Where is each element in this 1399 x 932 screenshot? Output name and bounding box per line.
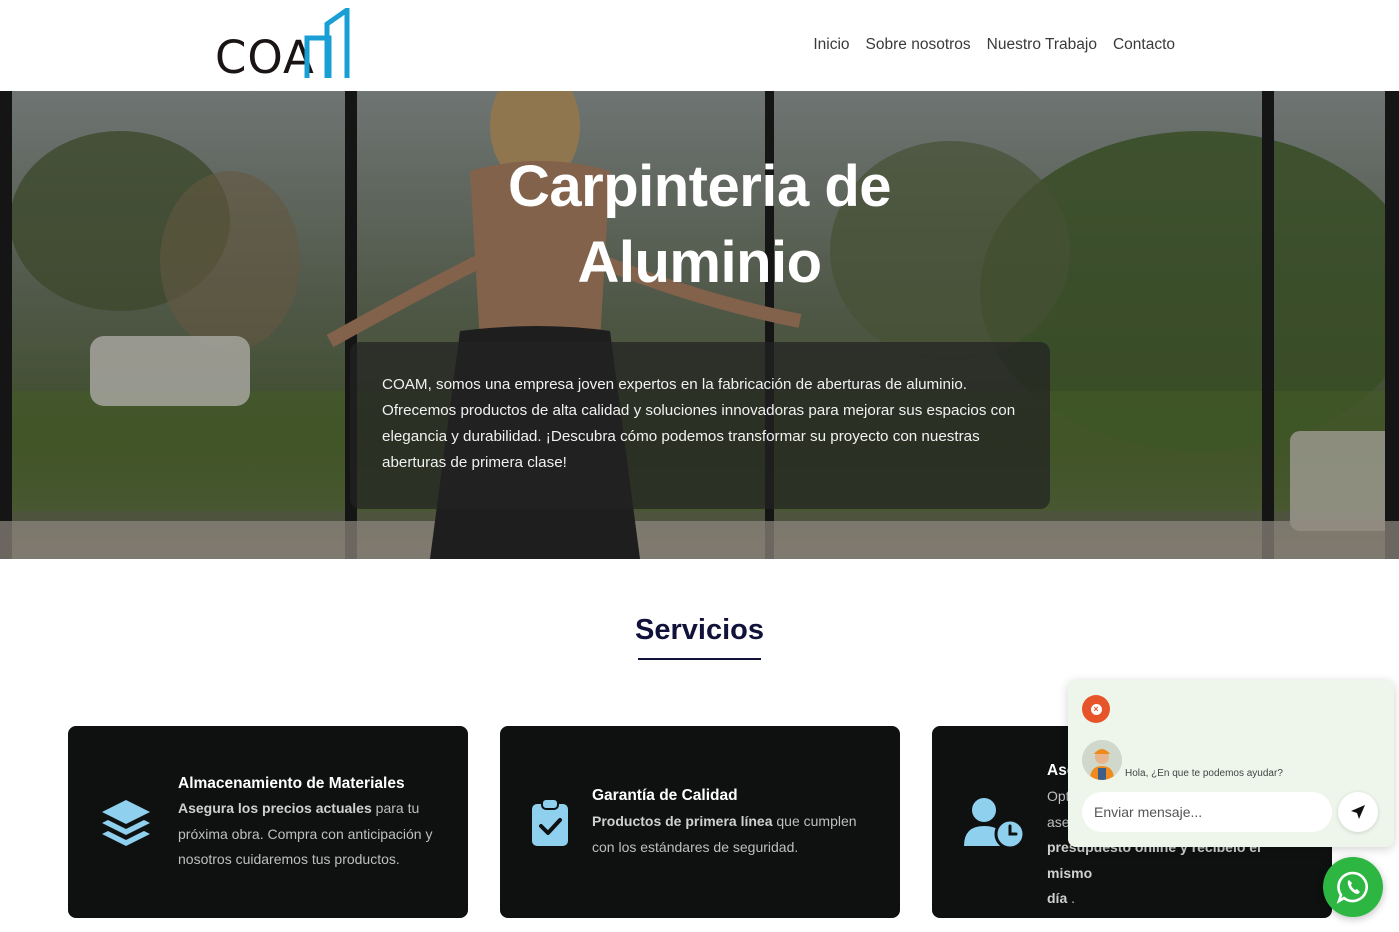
user-clock-icon (964, 798, 1026, 850)
card-title: Garantía de Calidad (592, 787, 738, 804)
hero-section: Carpinteria de Aluminio COAM, somos una … (0, 91, 1399, 559)
card-text-line4-strong: día (1047, 890, 1068, 906)
card-text-line4: . (1067, 890, 1076, 906)
close-icon: × (1090, 703, 1102, 715)
card-title: Almacenamiento de Materiales (178, 775, 405, 792)
services-title-underline (638, 658, 761, 660)
hero-description-box: COAM, somos una empresa joven expertos e… (350, 342, 1050, 509)
card-text-line2: ase (1047, 813, 1070, 830)
nav-nuestro-trabajo[interactable]: Nuestro Trabajo (987, 36, 1097, 54)
card-description: Asegura los precios actuales para tu pró… (178, 796, 443, 873)
worker-avatar-icon (1082, 740, 1122, 780)
chat-greeting: Hola, ¿En que te podemos ayudar? (1125, 768, 1283, 779)
coam-logo[interactable]: COA (215, 8, 351, 80)
chat-agent-avatar (1082, 740, 1122, 780)
hero-title-line2: Aluminio (577, 230, 822, 295)
main-nav: Inicio Sobre nosotros Nuestro Trabajo Co… (813, 36, 1175, 54)
card-description: Productos de primera línea que cumplen c… (592, 809, 877, 860)
logo-text: COA (215, 31, 315, 84)
send-icon (1351, 805, 1365, 819)
nav-sobre-nosotros[interactable]: Sobre nosotros (866, 36, 971, 54)
chat-close-button[interactable]: × (1082, 695, 1110, 723)
service-card-almacenamiento: Almacenamiento de Materiales Asegura los… (68, 726, 468, 918)
logo-building-icon (304, 8, 350, 78)
hero-description: COAM, somos una empresa joven expertos e… (382, 376, 1016, 471)
card-description-strong: Productos de primera línea (592, 813, 773, 829)
nav-contacto[interactable]: Contacto (1113, 36, 1175, 54)
nav-inicio[interactable]: Inicio (813, 36, 849, 54)
layers-icon (102, 800, 150, 846)
chat-send-button[interactable] (1338, 792, 1378, 832)
chat-widget: × Hola, ¿En que te podemos ayudar? (1068, 680, 1394, 847)
service-card-garantia: Garantía de Calidad Productos de primera… (500, 726, 900, 918)
card-text-line1: Opt (1047, 788, 1070, 804)
whatsapp-icon (1336, 871, 1368, 904)
chat-message-input[interactable] (1082, 792, 1332, 832)
site-header: COA Inicio Sobre nosotros Nuestro Trabaj… (0, 0, 1399, 91)
whatsapp-button[interactable] (1323, 857, 1383, 917)
clipboard-check-icon (532, 798, 568, 846)
hero-title-line1: Carpinteria de (508, 154, 892, 219)
services-title: Servicios (635, 614, 764, 646)
card-description-strong: Asegura los precios actuales (178, 800, 372, 816)
hero-title: Carpinteria de Aluminio (0, 149, 1399, 301)
